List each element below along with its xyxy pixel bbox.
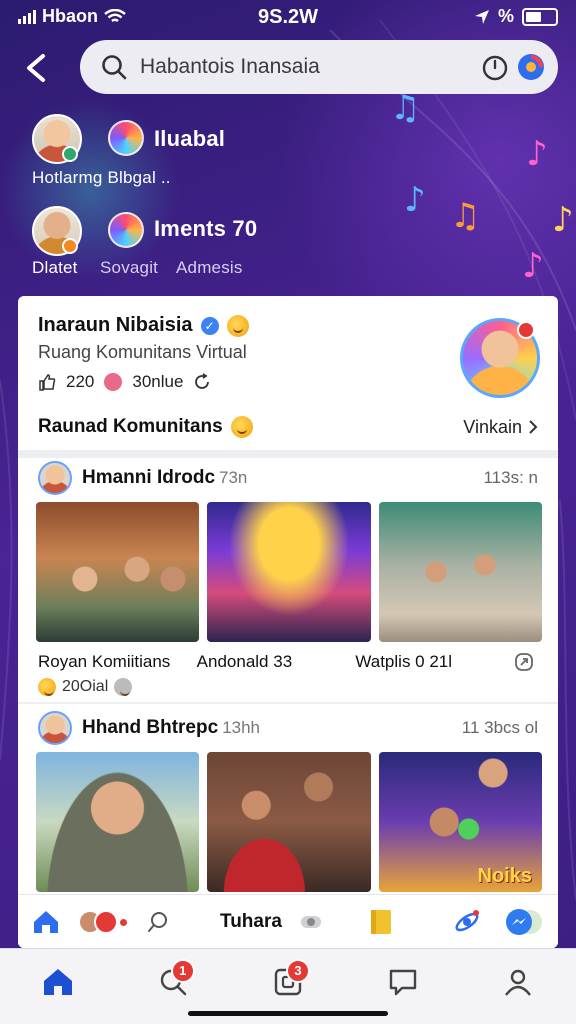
group-avatar[interactable] [460, 318, 540, 398]
search-bar[interactable] [80, 40, 558, 94]
community-label: Raunad Komunitans [38, 416, 223, 437]
reaction-count: 20Oial [62, 678, 109, 695]
person-name-1: Iluabal [154, 126, 226, 151]
notification-badge: 3 [285, 958, 310, 983]
nav-search[interactable]: 1 [143, 957, 203, 1007]
bottom-navigation: 1 3 [0, 948, 576, 1024]
music-note-icon: ♫ [450, 196, 481, 236]
home-icon [43, 968, 72, 995]
chat-icon [389, 969, 417, 995]
emoji-icon [226, 314, 249, 337]
group-card: Inaraun Nibaisia ✓ Ruang Komunitans Virt… [18, 296, 558, 948]
post-time: 11 3bcs ol [461, 718, 538, 737]
photo-caption: Royan Komiitians [38, 652, 171, 671]
post-photos [36, 502, 542, 642]
nav-home[interactable] [28, 957, 88, 1007]
photo-captions: Royan Komiitians Andonald 33 Watplis 0 2… [38, 652, 538, 678]
back-button[interactable] [16, 48, 56, 88]
music-note-icon: ♫ [390, 88, 421, 128]
search-icon [102, 55, 127, 80]
notification-dot [517, 321, 535, 339]
search-input[interactable] [140, 55, 474, 79]
status-badge [62, 238, 78, 254]
nav-groups[interactable]: 3 [258, 957, 318, 1007]
voice-assistant-icon[interactable] [516, 52, 546, 82]
story-ring-1[interactable] [108, 120, 144, 156]
avatar[interactable] [38, 461, 72, 495]
profile-icon [505, 969, 532, 996]
person-caption-1: Hotlarmg Blbgal .. [32, 168, 171, 187]
wink-emoji-icon [230, 416, 253, 438]
music-note-icon: ♪ [552, 200, 574, 240]
music-note-icon: ♪ [522, 246, 544, 286]
see-all-label: Vinkain [463, 416, 522, 437]
share-icon[interactable] [514, 652, 538, 678]
post-header[interactable]: Hhand Bhtrepc 13hh 11 3bcs ol [38, 710, 538, 746]
post-photo[interactable] [378, 502, 542, 642]
photo-caption: Andonald 33 [196, 652, 293, 671]
person-caption-2: Dlatet [32, 258, 78, 277]
laugh-emoji-icon [38, 678, 56, 696]
home-icon[interactable] [32, 909, 60, 935]
home-indicator [188, 1011, 388, 1016]
post-author: Hmanni Idrodc [82, 467, 216, 488]
post-meta: 13hh [222, 718, 261, 737]
toggle-icon[interactable] [300, 913, 322, 931]
card-bar-label[interactable]: Tuhara [220, 911, 282, 933]
nav-profile[interactable] [488, 957, 548, 1007]
friends-avatars[interactable] [78, 908, 128, 936]
refresh-icon[interactable] [193, 373, 211, 391]
group-stats: 220 30nlue [38, 372, 211, 392]
story-ring-2[interactable] [108, 212, 144, 248]
satellite-icon[interactable] [452, 907, 482, 937]
post-meta: 73n [219, 468, 248, 487]
person-caption-4: Admesis [176, 258, 243, 277]
photo-caption: Watplis 0 21l [355, 652, 453, 671]
member-avatar-icon [104, 373, 123, 391]
music-note-icon: ♪ [526, 134, 548, 174]
battery-icon [522, 7, 558, 26]
search-icon[interactable] [146, 910, 170, 934]
messenger-icon[interactable] [504, 907, 544, 937]
thumbs-up-icon[interactable] [38, 373, 56, 391]
avatar[interactable] [38, 711, 72, 745]
notification-badge: 1 [170, 958, 195, 983]
members-count: 30nlue [132, 372, 184, 391]
post-photo[interactable] [207, 502, 371, 642]
photo-tag: Noiks [477, 865, 532, 887]
post-author: Hhand Bhtrepc [82, 717, 219, 738]
post-photo[interactable] [36, 502, 200, 642]
section-divider [18, 450, 558, 458]
timer-icon[interactable] [480, 52, 510, 82]
person-caption-3: Sovagit [100, 258, 159, 277]
music-note-icon: ♪ [404, 180, 426, 220]
chevron-right-icon [529, 420, 538, 434]
post-header[interactable]: Hmanni Idrodc 73n 113s: n [38, 460, 538, 496]
verified-icon: ✓ [200, 316, 219, 335]
notes-icon[interactable] [368, 909, 394, 935]
post-time: 113s: n [483, 468, 538, 487]
see-all-link[interactable]: Vinkain [463, 417, 538, 438]
likes-count: 220 [66, 372, 95, 391]
nav-messages[interactable] [373, 957, 433, 1007]
group-title[interactable]: Inaraun Nibaisia ✓ [38, 314, 249, 337]
group-name: Inaraun Nibaisia [38, 314, 193, 336]
people-stories: Iluabal Hotlarmg Blbgal .. Iments 70 Dla… [0, 108, 576, 288]
post-divider [18, 702, 558, 704]
post-reactions[interactable]: 20Oial [38, 678, 133, 696]
post-photo[interactable]: Noiks [378, 752, 542, 892]
community-row[interactable]: Raunad Komunitans Vinkain [18, 404, 558, 450]
group-subtitle: Ruang Komunitans Virtual [38, 342, 247, 362]
person-name-2: Iments 70 [154, 216, 258, 241]
online-badge [62, 146, 78, 162]
chevron-left-icon [27, 54, 45, 82]
post-photo[interactable] [207, 752, 371, 892]
react-emoji-icon [114, 678, 133, 696]
card-action-bar: Tuhara [18, 894, 558, 948]
post-photos: Noiks [36, 752, 542, 892]
status-bar: Hbaon 9S.2W % [0, 0, 576, 34]
location-arrow-icon [474, 9, 489, 24]
battery-text: % [497, 6, 514, 26]
post-photo[interactable] [36, 752, 200, 892]
